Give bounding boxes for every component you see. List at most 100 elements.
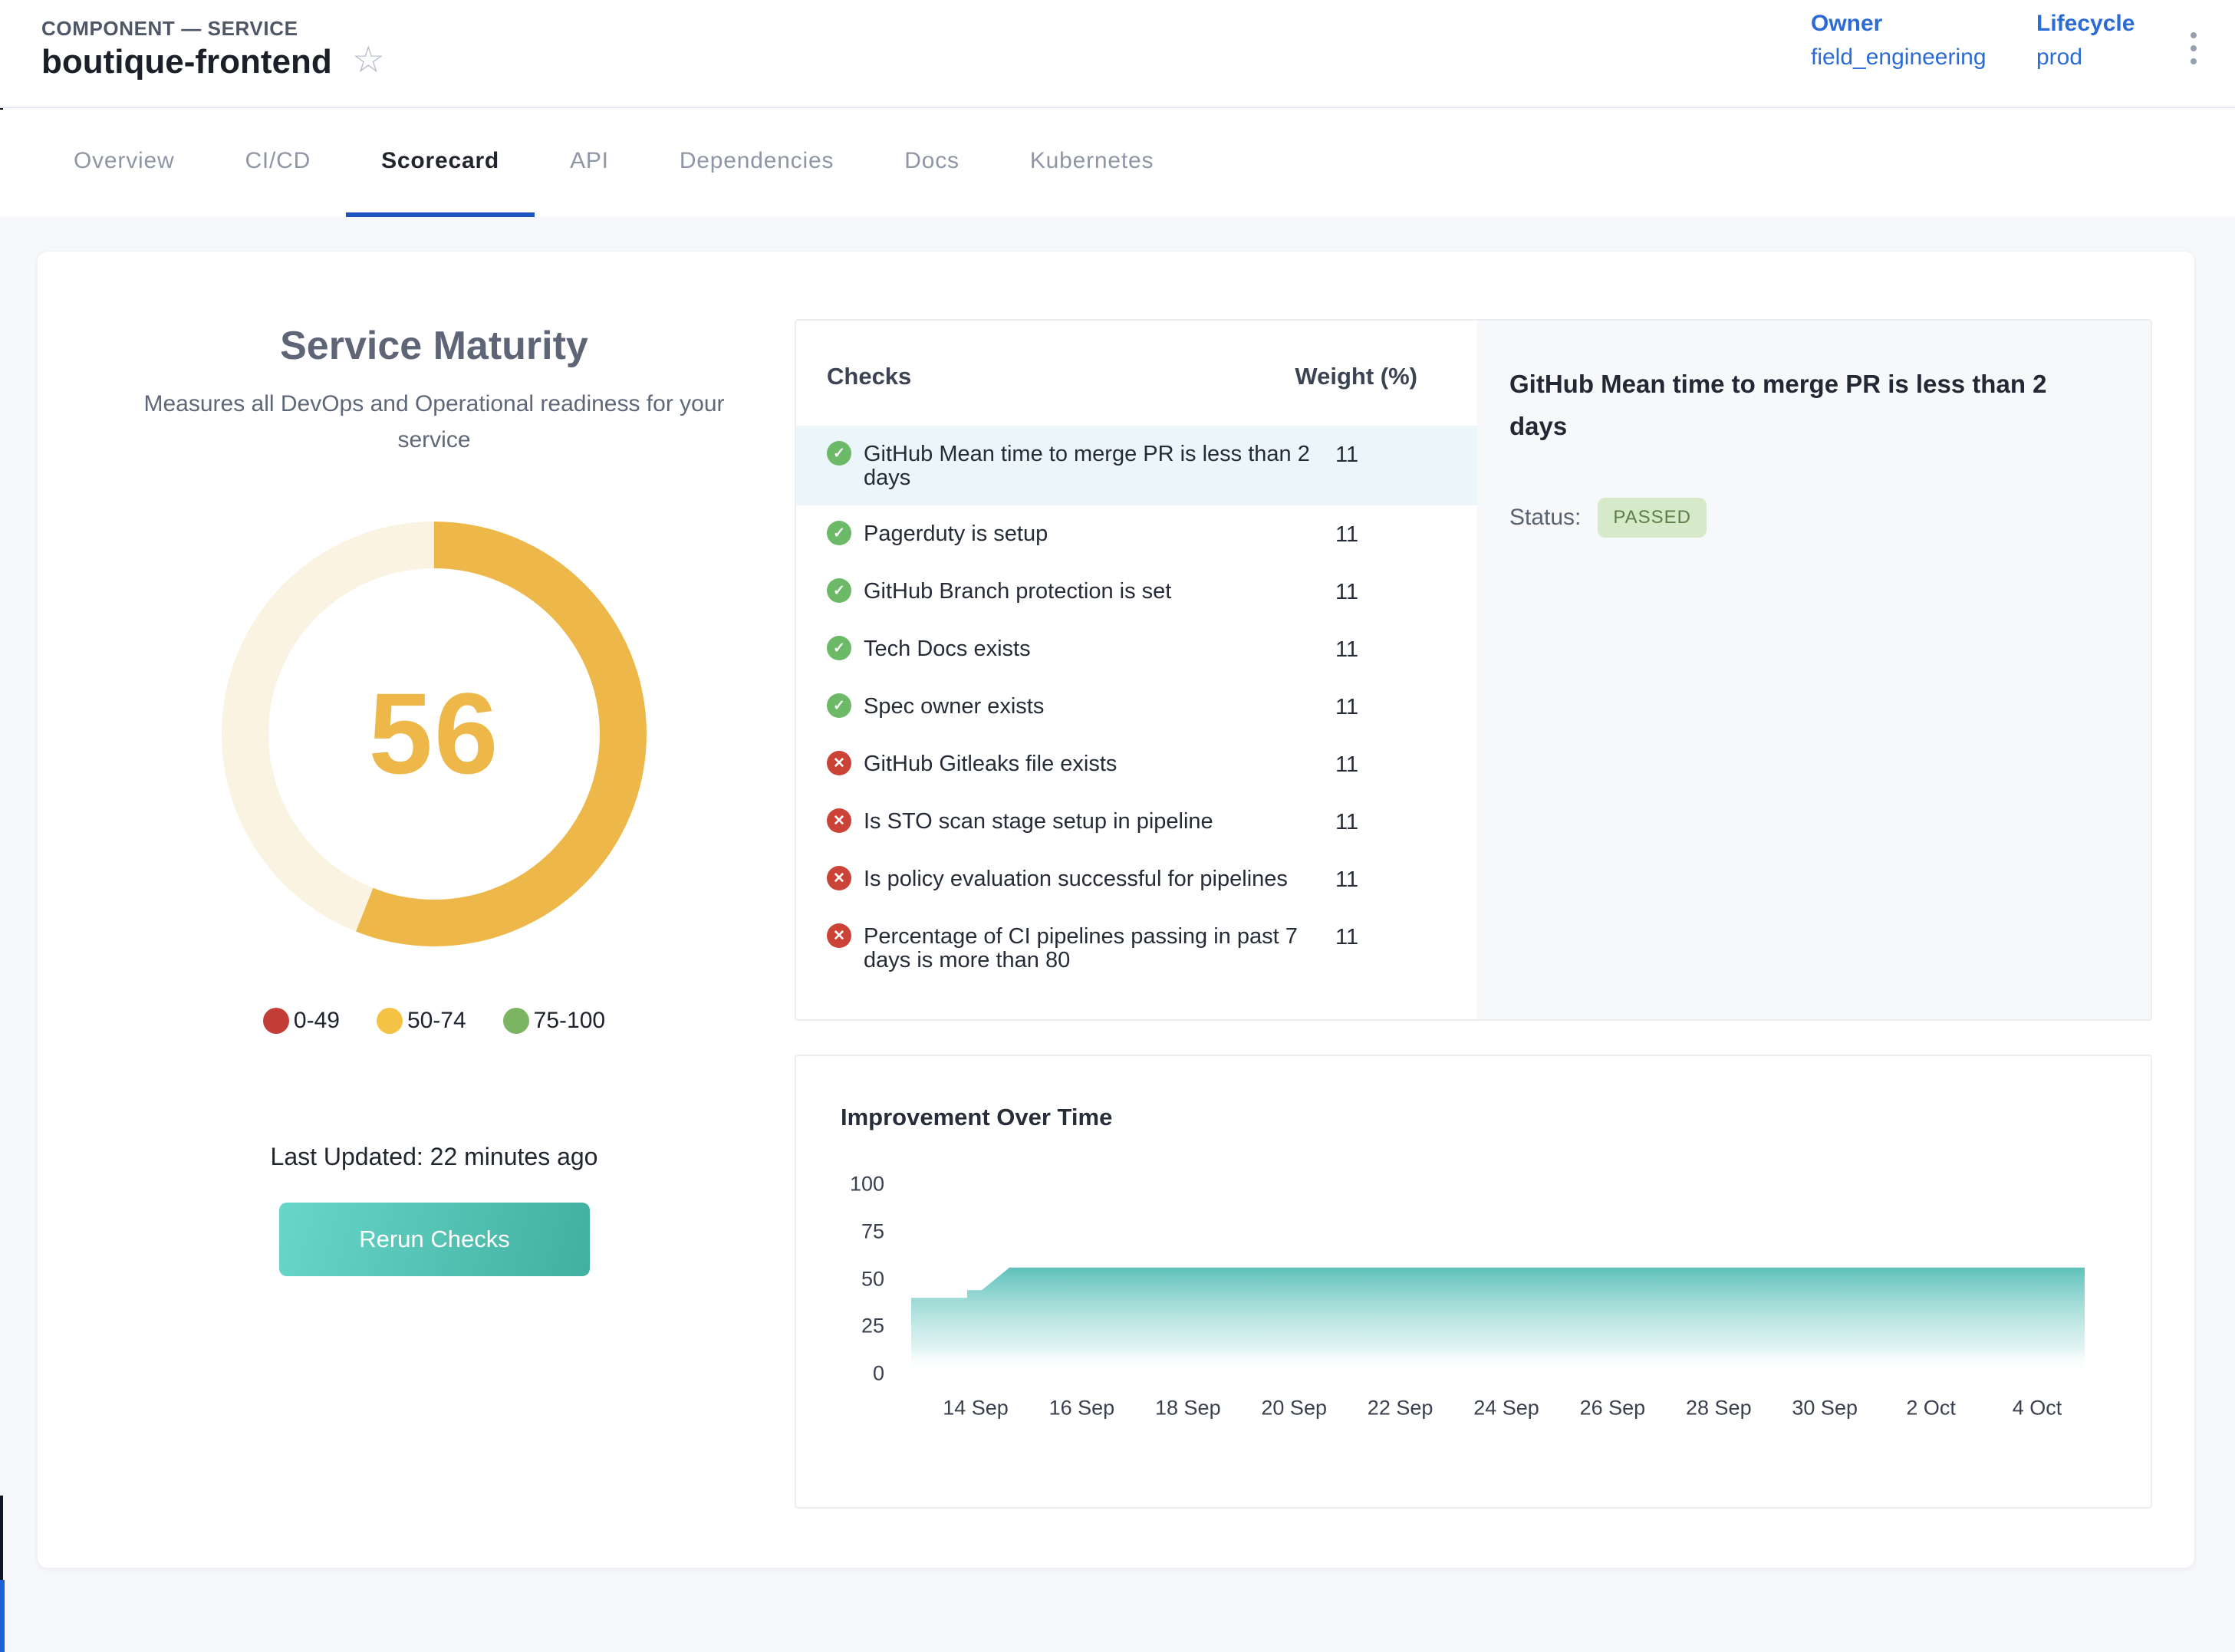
x-axis-tick: 4 Oct [2013,1397,2062,1420]
legend-item-75-100: 75-100 [503,1008,605,1034]
x-axis-tick: 2 Oct [1906,1397,1956,1420]
tab-dependencies[interactable]: Dependencies [644,110,869,217]
check-passed-icon: ✓ [827,521,851,545]
lifecycle-label: Lifecycle [2036,11,2135,37]
tab-scorecard[interactable]: Scorecard [346,110,535,217]
check-label: Is policy evaluation successful for pipe… [864,866,1335,891]
legend-dot [263,1008,289,1034]
tab-api[interactable]: API [535,110,644,217]
page-header: COMPONENT — SERVICE boutique-frontend ☆ … [0,0,2235,108]
x-axis-tick: 30 Sep [1792,1397,1858,1420]
check-row[interactable]: ✓ Tech Docs exists11 [796,620,1477,678]
check-weight: 11 [1335,751,1417,778]
check-row[interactable]: ✕ Is policy evaluation successful for pip… [796,851,1477,908]
status-label: Status: [1509,505,1581,531]
check-label: GitHub Branch protection is set [864,578,1335,604]
check-weight: 11 [1335,441,1417,468]
check-row[interactable]: ✓Spec owner exists11 [796,678,1477,736]
weight-column-header: Weight (%) [1295,363,1417,390]
legend-label: 75-100 [534,1008,605,1034]
tab-kubernetes[interactable]: Kubernetes [995,110,1189,217]
x-axis-tick: 14 Sep [943,1397,1009,1420]
favorite-star-icon[interactable]: ☆ [352,42,385,79]
breadcrumb: COMPONENT — SERVICE [41,17,298,41]
check-label: GitHub Mean time to merge PR is less tha… [864,441,1335,490]
owner-meta: Owner field_engineering [1811,11,1986,71]
x-axis-tick: 18 Sep [1155,1397,1221,1420]
check-weight: 11 [1335,521,1417,548]
x-axis-tick: 16 Sep [1049,1397,1115,1420]
lifecycle-meta: Lifecycle prod [2036,11,2135,71]
check-weight: 11 [1335,578,1417,605]
check-detail-title: GitHub Mean time to merge PR is less tha… [1509,363,2105,447]
check-label: Spec owner exists [864,693,1335,719]
x-axis-tick: 22 Sep [1368,1397,1433,1420]
legend-item-0-49: 0-49 [263,1008,340,1034]
last-updated-text: Last Updated: 22 minutes ago [104,1143,764,1171]
lifecycle-value: prod [2036,44,2135,71]
check-weight: 11 [1335,693,1417,720]
scorecard-card: Service Maturity Measures all DevOps and… [37,251,2195,1568]
checks-panel: Checks Weight (%) ✓ GitHub Mean time to m… [796,321,1477,1019]
tab-overview[interactable]: Overview [38,110,209,217]
legend-label: 0-49 [294,1008,340,1034]
check-weight: 11 [1335,808,1417,835]
check-weight: 11 [1335,636,1417,663]
legend-label: 50-74 [407,1008,466,1034]
check-failed-icon: ✕ [827,808,851,833]
maturity-subtitle: Measures all DevOps and Operational read… [104,386,764,458]
check-row[interactable]: ✕ GitHub Gitleaks file exists11 [796,736,1477,793]
legend-item-50-74: 50-74 [377,1008,466,1034]
check-label: GitHub Gitleaks file exists [864,751,1335,776]
check-detail-panel: GitHub Mean time to merge PR is less tha… [1477,321,2151,1019]
check-row[interactable]: ✓ GitHub Mean time to merge PR is less th… [796,426,1477,505]
check-failed-icon: ✕ [827,866,851,890]
check-passed-icon: ✓ [827,578,851,603]
status-badge: PASSED [1598,498,1707,538]
score-legend: 0-49 50-74 75-100 [104,1008,764,1034]
y-axis-tick: 75 [829,1219,884,1243]
improvement-chart-box: Improvement Over Time 100 75 50 25 0 14 Sep 1… [795,1055,2152,1509]
x-axis-tick: 24 Sep [1473,1397,1539,1420]
owner-value[interactable]: field_engineering [1811,44,1986,71]
kebab-menu-icon[interactable] [2184,26,2203,71]
x-axis-tick: 28 Sep [1686,1397,1752,1420]
legend-dot [377,1008,403,1034]
check-label: Percentage of CI pipelines passing in pa… [864,923,1335,972]
check-row[interactable]: ✕ Percentage of CI pipelines passing in p… [796,908,1477,988]
y-axis-tick: 100 [829,1173,884,1196]
tab-ci-cd[interactable]: CI/CD [209,110,346,217]
app-edge-blue-bottom [0,1580,5,1652]
legend-dot [503,1008,529,1034]
check-passed-icon: ✓ [827,441,851,466]
check-failed-icon: ✕ [827,751,851,775]
check-weight: 11 [1335,866,1417,893]
maturity-score-value: 56 [369,667,500,800]
check-weight: 11 [1335,923,1417,950]
tab-bar: OverviewCI/CDScorecardAPIDependenciesDoc… [0,110,2235,217]
check-row[interactable]: ✓ GitHub Branch protection is set11 [796,563,1477,620]
x-axis-tick: 26 Sep [1580,1397,1646,1420]
check-row[interactable]: ✕ Is STO scan stage setup in pipeline11 [796,793,1477,851]
tab-docs[interactable]: Docs [869,110,995,217]
chart-title: Improvement Over Time [841,1104,1112,1131]
y-axis-tick: 50 [829,1267,884,1291]
y-axis-tick: 0 [829,1362,884,1386]
donut-hole: 56 [268,568,600,900]
maturity-score-donut: 56 [222,522,647,946]
app-edge-dark-bottom [0,1496,3,1580]
check-label: Pagerduty is setup [864,521,1335,546]
check-passed-icon: ✓ [827,636,851,660]
check-row[interactable]: ✓ Pagerduty is setup11 [796,505,1477,563]
check-label: Tech Docs exists [864,636,1335,661]
checks-box: Checks Weight (%) ✓ GitHub Mean time to m… [795,319,2152,1021]
owner-label: Owner [1811,11,1986,37]
checks-column-header: Checks [827,363,1295,390]
page-title: boutique-frontend [41,43,332,81]
check-label: Is STO scan stage setup in pipeline [864,808,1335,834]
check-failed-icon: ✕ [827,923,851,948]
x-axis-tick: 20 Sep [1261,1397,1327,1420]
rerun-checks-button[interactable]: Rerun Checks [279,1203,590,1276]
maturity-title: Service Maturity [104,323,764,369]
y-axis-tick: 25 [829,1315,884,1338]
